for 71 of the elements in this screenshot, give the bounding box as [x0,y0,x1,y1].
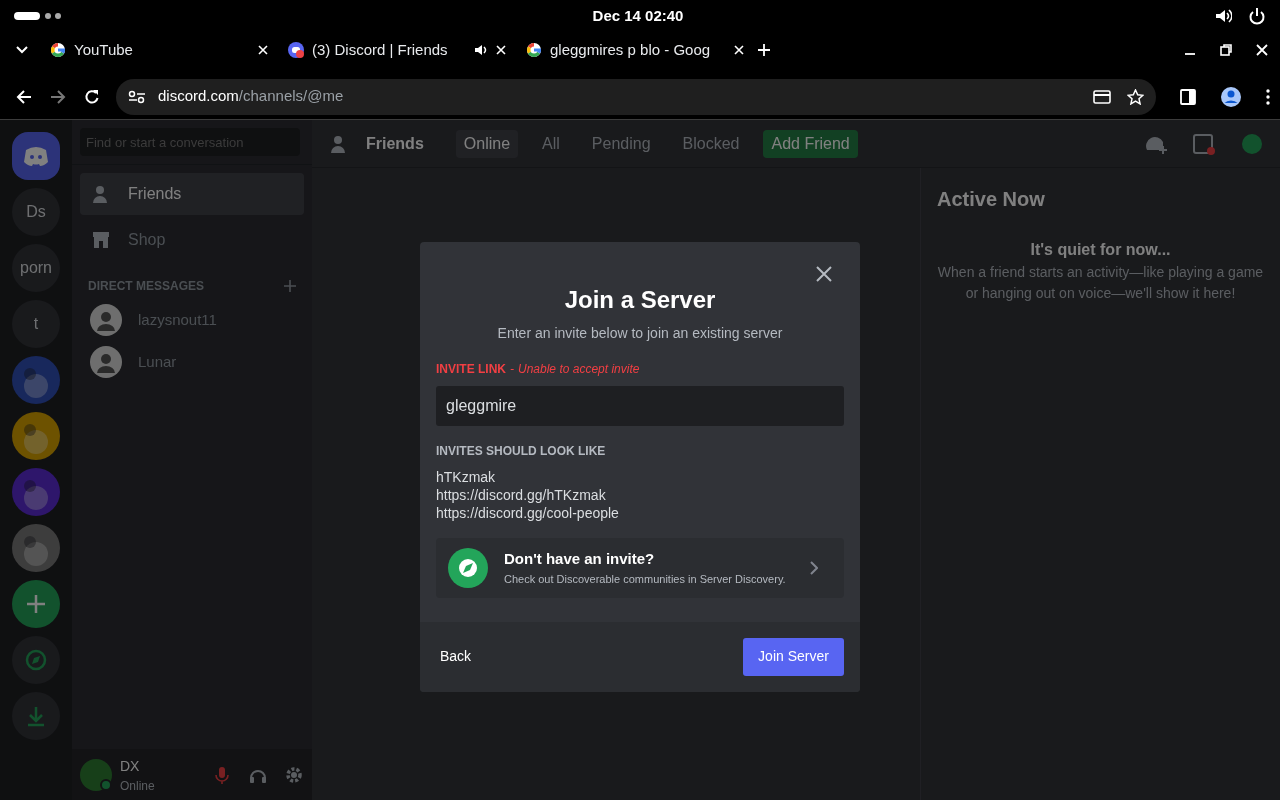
example-text: https://discord.gg/cool-people [436,503,620,522]
error-message: Unable to accept invite [518,360,640,378]
forward-icon [50,88,66,105]
discovery-link[interactable]: Don't have an invite? Check out Discoverable communities in Server Discovery. [436,537,844,598]
reload-icon[interactable] [84,88,100,105]
modal-title: Join a Server [563,286,717,315]
empty-text: When a friend starts an activity—like playing a game or hanging out on voice—we'll show it here! [937,263,1264,303]
server-icon[interactable]: t [12,300,60,348]
address-bar[interactable]: discord.com/channels/@me [116,78,1156,115]
server-icon[interactable]: porn [12,244,60,292]
page-title: Friends [366,133,424,154]
power-icon[interactable] [1248,7,1266,25]
back-icon[interactable] [16,88,32,105]
discovery-text: Check out Discoverable communities in Server Discovery. [504,571,786,587]
star-icon[interactable] [1127,88,1144,105]
username: DX [120,756,141,776]
join-server-button[interactable]: Join Server [743,637,844,676]
field-label: INVITE LINK [436,360,506,378]
workspace-indicator-icon[interactable] [14,11,62,21]
server-avatar-icon[interactable] [12,524,60,572]
invite-field[interactable]: gleggmire [436,385,844,426]
examples-heading: INVITES SHOULD LOOK LIKE [436,442,607,460]
nav-item[interactable]: Friends [80,173,304,215]
avatar-icon [90,346,122,378]
server-icon[interactable]: Ds [12,188,60,236]
example-text: hTKzmak [436,467,497,486]
new-tab-icon[interactable] [758,44,770,56]
shop-icon [90,229,112,251]
discovery-title: Don't have an invite? [504,549,656,570]
separator: - [510,360,514,378]
browser-tab[interactable]: (3) Discord | Friends [280,34,518,66]
dm-item[interactable]: lazysnout11 [80,299,304,341]
user-status: Online [120,777,155,795]
add-server-icon[interactable] [12,580,60,628]
server-avatar-icon[interactable] [12,412,60,460]
filter-tab[interactable]: Pending [583,129,659,158]
tab-list-caret-icon[interactable] [16,46,28,54]
address-text: discord.com/channels/@me [158,86,344,107]
discord-favicon-icon [288,42,304,58]
section-heading: DIRECT MESSAGES [88,278,204,295]
dm-item[interactable]: Lunar [80,341,304,383]
example-text: https://discord.gg/hTKzmak [436,485,607,504]
menu-icon[interactable] [1266,88,1270,105]
side-panel-icon[interactable] [1180,88,1196,105]
filter-tab[interactable]: Online [455,129,519,158]
profile-icon[interactable] [1220,85,1242,108]
site-info-icon[interactable] [128,89,146,104]
speaker-icon[interactable] [474,43,488,57]
nav-item[interactable]: Shop [80,219,304,261]
card-icon[interactable] [1093,89,1111,104]
filter-tab[interactable]: All [534,129,568,158]
back-button[interactable]: Back [436,638,476,676]
add-friend-button[interactable]: Add Friend [763,129,858,158]
browser-tab[interactable]: gleggmires p blo - Goog [518,34,756,66]
close-icon[interactable] [816,266,832,282]
volume-icon[interactable] [1214,7,1232,25]
discord-logo-icon[interactable] [12,132,60,180]
modal-subtitle: Enter an invite below to join an existing server [496,323,784,343]
browser-tab[interactable]: YouTube [42,34,280,66]
panel-title: Active Now [937,187,1046,212]
restore-icon[interactable] [1220,44,1232,56]
google-favicon-icon [526,42,542,58]
chevron-icon [809,560,818,575]
filter-tab[interactable]: Blocked [674,129,748,158]
settings-icon[interactable] [284,765,304,785]
google-favicon-icon [50,42,66,58]
avatar-icon [90,304,122,336]
empty-title: It's quiet for now... [1029,240,1172,260]
clock[interactable]: Dec 14 02:40 [592,4,684,28]
compass-icon [448,547,488,588]
inbox-icon[interactable] [1192,131,1216,156]
